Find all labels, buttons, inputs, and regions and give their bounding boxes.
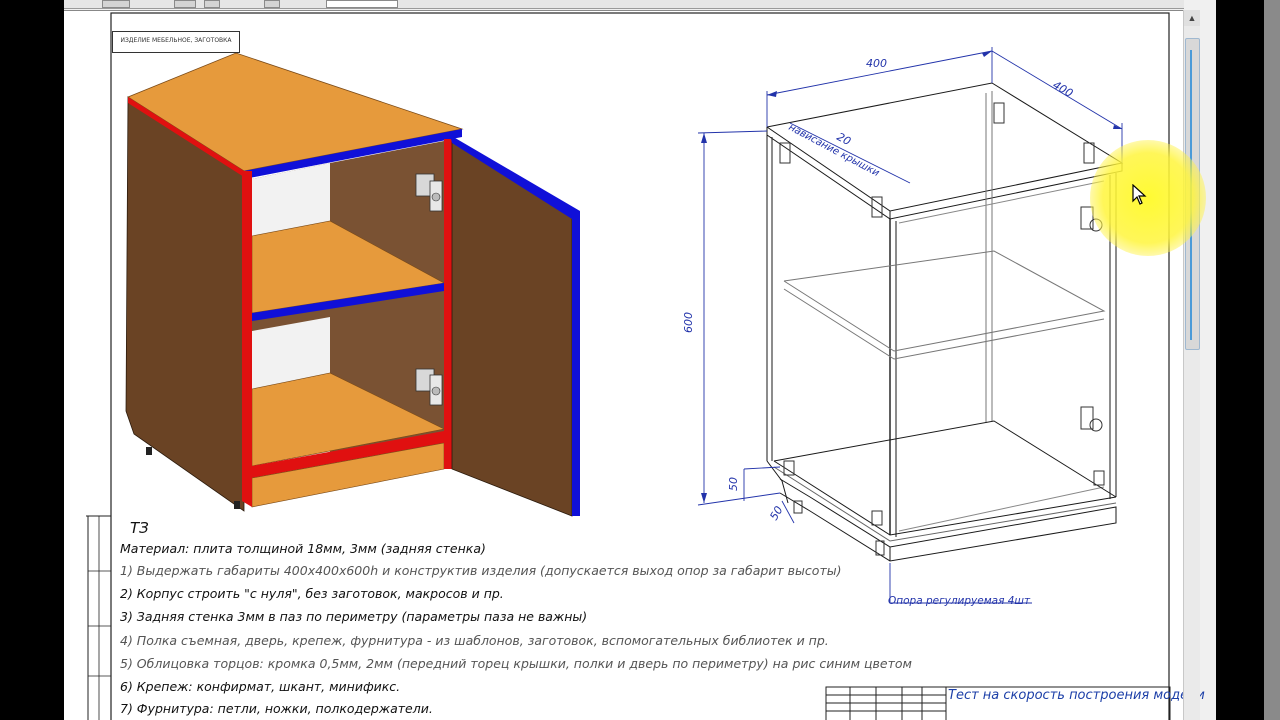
- dim-width-label: 400: [866, 57, 887, 70]
- mouse-pointer-icon: [1132, 184, 1147, 205]
- spec-line: 3) Задняя стенка 3мм в паз по периметру …: [120, 609, 588, 624]
- spec-line: 2) Корпус строить "с нуля", без заготово…: [120, 586, 504, 601]
- door-inner-edge-red: [444, 139, 452, 469]
- spec-line: 4) Полка съемная, дверь, крепеж, фурниту…: [120, 633, 829, 648]
- cabinet-3d-model: [125, 52, 580, 517]
- spec-line: 7) Фурнитура: петли, ножки, полкодержате…: [120, 701, 433, 716]
- corner-stamp: ИЗДЕЛИЕ МЕБЕЛЬНОЕ, ЗАГОТОВКА: [112, 31, 240, 53]
- door-panel: [451, 138, 573, 517]
- wireframe-hinges: [779, 102, 1105, 556]
- dim-plinth-depth-label: 50: [767, 504, 785, 523]
- window-edge: [1264, 0, 1280, 720]
- spec-title: ТЗ: [130, 519, 149, 537]
- cursor-highlight: [1090, 140, 1206, 256]
- spec-line: 5) Облицовка торцов: кромка 0,5мм, 2мм (…: [120, 656, 912, 671]
- dim-depth-label: 400: [1051, 78, 1076, 100]
- scroll-up-arrow-icon[interactable]: ▲: [1184, 10, 1200, 26]
- title-block-caption: Тест на скорость построения модели: [948, 688, 1205, 703]
- toolbar-button[interactable]: [174, 0, 196, 8]
- leg: [234, 501, 240, 509]
- door-front-edge-blue: [572, 211, 580, 516]
- front-edge-red: [242, 171, 252, 507]
- support-callout-label: Опора регулируемая 4шт: [888, 595, 1031, 607]
- dim-height-label: 600: [682, 312, 695, 333]
- cabinet-wireframe: [766, 82, 1124, 562]
- vertical-scrollbar[interactable]: ▲: [1183, 10, 1200, 720]
- toolbar-input[interactable]: [326, 0, 398, 8]
- leg: [146, 447, 152, 455]
- side-stamp: [87, 515, 112, 720]
- spec-line: 6) Крепеж: конфирмат, шкант, минификс.: [120, 679, 401, 694]
- dim-plinth-height-label: 50: [727, 477, 740, 491]
- toolbar-button[interactable]: [102, 0, 130, 8]
- toolbar: [64, 0, 1184, 9]
- toolbar-button[interactable]: [204, 0, 220, 8]
- drawing-canvas[interactable]: 400 400 600 20 нависание крышки 50 50 Оп…: [64, 10, 1205, 720]
- spec-line: 1) Выдержать габариты 400x400x600h и кон…: [120, 563, 842, 578]
- dimension-arrowheads: [701, 51, 1122, 503]
- dimensions: [697, 47, 1123, 604]
- toolbar-button[interactable]: [264, 0, 280, 8]
- spec-line: Материал: плита толщиной 18мм, 3мм (задн…: [120, 541, 486, 556]
- cad-application-window: 400 400 600 20 нависание крышки 50 50 Оп…: [64, 0, 1216, 720]
